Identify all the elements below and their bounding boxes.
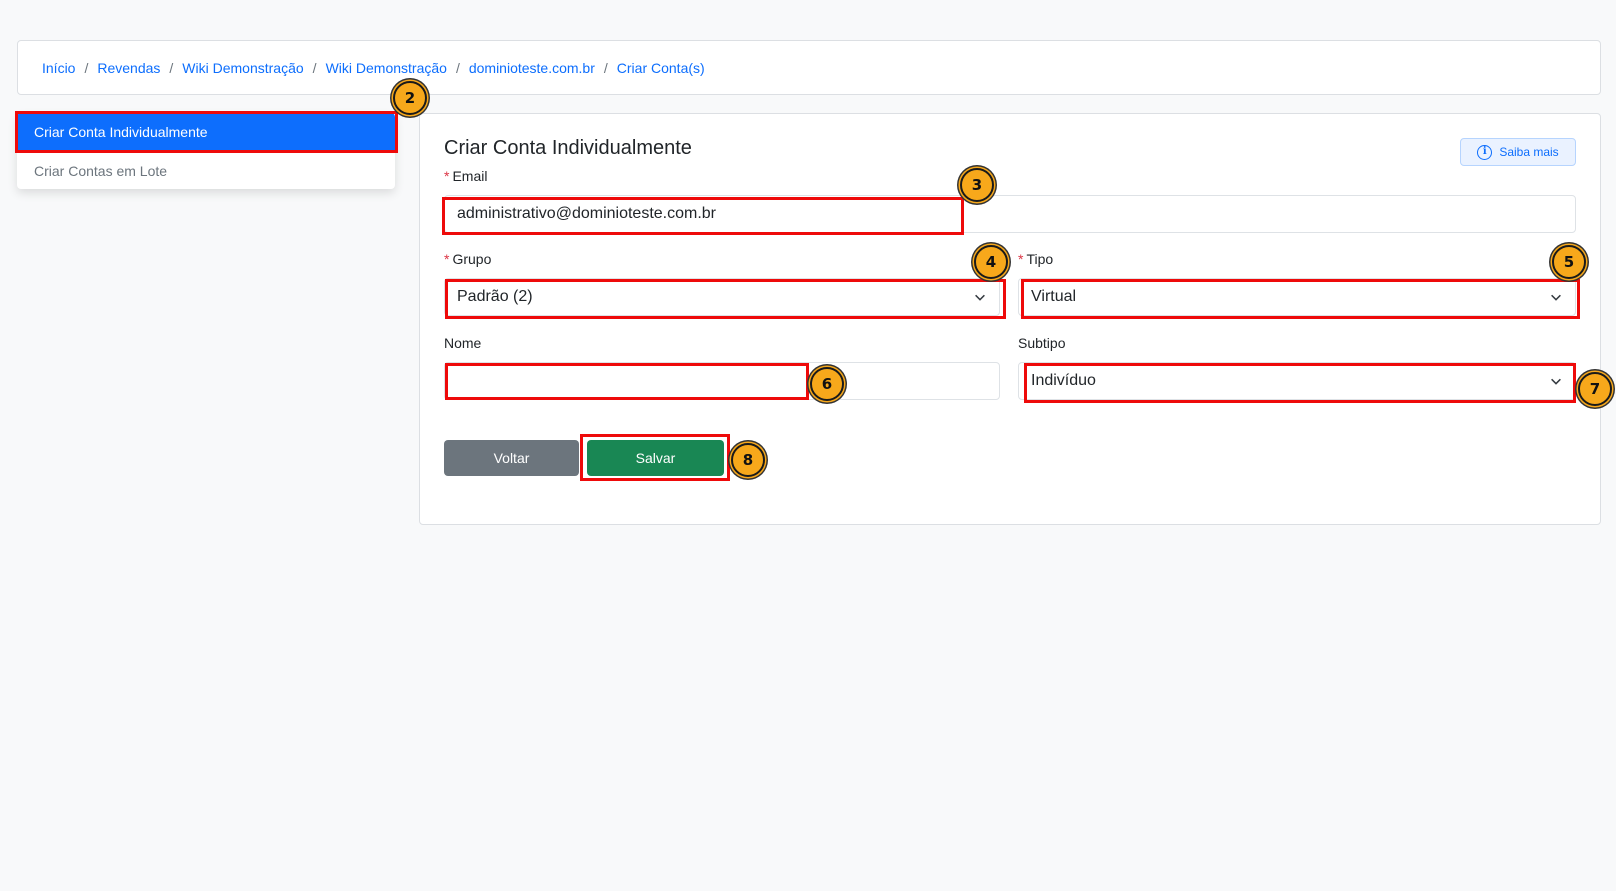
breadcrumb-separator: / <box>455 59 460 76</box>
grupo-select[interactable]: Padrão (2) <box>444 278 1000 316</box>
email-label: * Email <box>444 168 487 184</box>
grupo-label: * Grupo <box>444 251 491 267</box>
chevron-down-icon <box>1551 294 1561 301</box>
step-badge: 7 <box>1578 372 1612 406</box>
required-mark: * <box>1018 251 1024 267</box>
breadcrumb-wiki-demo-2[interactable]: Wiki Demonstração <box>326 60 447 76</box>
tipo-value: Virtual <box>1031 288 1077 305</box>
chevron-down-icon <box>1551 378 1561 385</box>
step-badge: 4 <box>974 245 1008 279</box>
step-badge: 8 <box>731 443 765 477</box>
breadcrumb-inicio[interactable]: Início <box>42 60 75 76</box>
subtipo-label: Subtipo <box>1018 335 1065 351</box>
breadcrumb-separator: / <box>169 59 174 76</box>
breadcrumb: Início / Revendas / Wiki Demonstração / … <box>17 40 1601 95</box>
grupo-value: Padrão (2) <box>457 288 533 305</box>
subtipo-select[interactable]: Indivíduo <box>1018 362 1576 400</box>
tipo-label-text: Tipo <box>1026 251 1054 267</box>
step-badge: 5 <box>1552 245 1586 279</box>
grupo-label-text: Grupo <box>452 251 492 267</box>
sidebar-item-label: Criar Conta Individualmente <box>34 124 208 140</box>
saiba-mais-label: Saiba mais <box>1499 145 1559 159</box>
breadcrumb-revendas[interactable]: Revendas <box>97 60 160 76</box>
tipo-select[interactable]: Virtual <box>1018 278 1576 316</box>
nome-label-text: Nome <box>444 335 482 351</box>
step-badge: 3 <box>960 168 994 202</box>
step-badge: 6 <box>810 367 844 401</box>
email-value: administrativo@dominioteste.com.br <box>457 205 717 222</box>
sidebar-item-criar-lote[interactable]: Criar Contas em Lote <box>17 151 395 189</box>
tipo-label: * Tipo <box>1018 251 1053 267</box>
step-badge: 2 <box>393 81 427 115</box>
subtipo-label-text: Subtipo <box>1018 335 1066 351</box>
breadcrumb-separator: / <box>84 59 89 76</box>
page-title: Criar Conta Individualmente <box>444 137 692 159</box>
breadcrumb-criar-contas[interactable]: Criar Conta(s) <box>617 60 705 76</box>
breadcrumb-separator: / <box>603 59 608 76</box>
subtipo-value: Indivíduo <box>1031 372 1096 389</box>
nome-field[interactable] <box>444 362 1000 400</box>
salvar-label: Salvar <box>635 450 676 466</box>
voltar-button[interactable]: Voltar <box>444 440 579 476</box>
required-mark: * <box>444 251 450 267</box>
sidebar-menu: Criar Conta Individualmente Criar Contas… <box>17 113 395 189</box>
email-field[interactable]: administrativo@dominioteste.com.br <box>444 195 1576 233</box>
sidebar-item-criar-individual[interactable]: Criar Conta Individualmente <box>17 113 395 151</box>
email-label-text: Email <box>452 168 488 184</box>
breadcrumb-domain[interactable]: dominioteste.com.br <box>469 60 595 76</box>
info-icon: i <box>1477 144 1493 160</box>
nome-label: Nome <box>444 335 481 351</box>
required-mark: * <box>444 168 450 184</box>
breadcrumb-wiki-demo-1[interactable]: Wiki Demonstração <box>182 60 303 76</box>
chevron-down-icon <box>975 294 985 301</box>
voltar-label: Voltar <box>493 450 530 466</box>
saiba-mais-button[interactable]: i Saiba mais <box>1460 138 1576 166</box>
sidebar-item-label: Criar Contas em Lote <box>34 162 168 179</box>
breadcrumb-separator: / <box>312 59 317 76</box>
salvar-button[interactable]: Salvar <box>587 440 724 476</box>
